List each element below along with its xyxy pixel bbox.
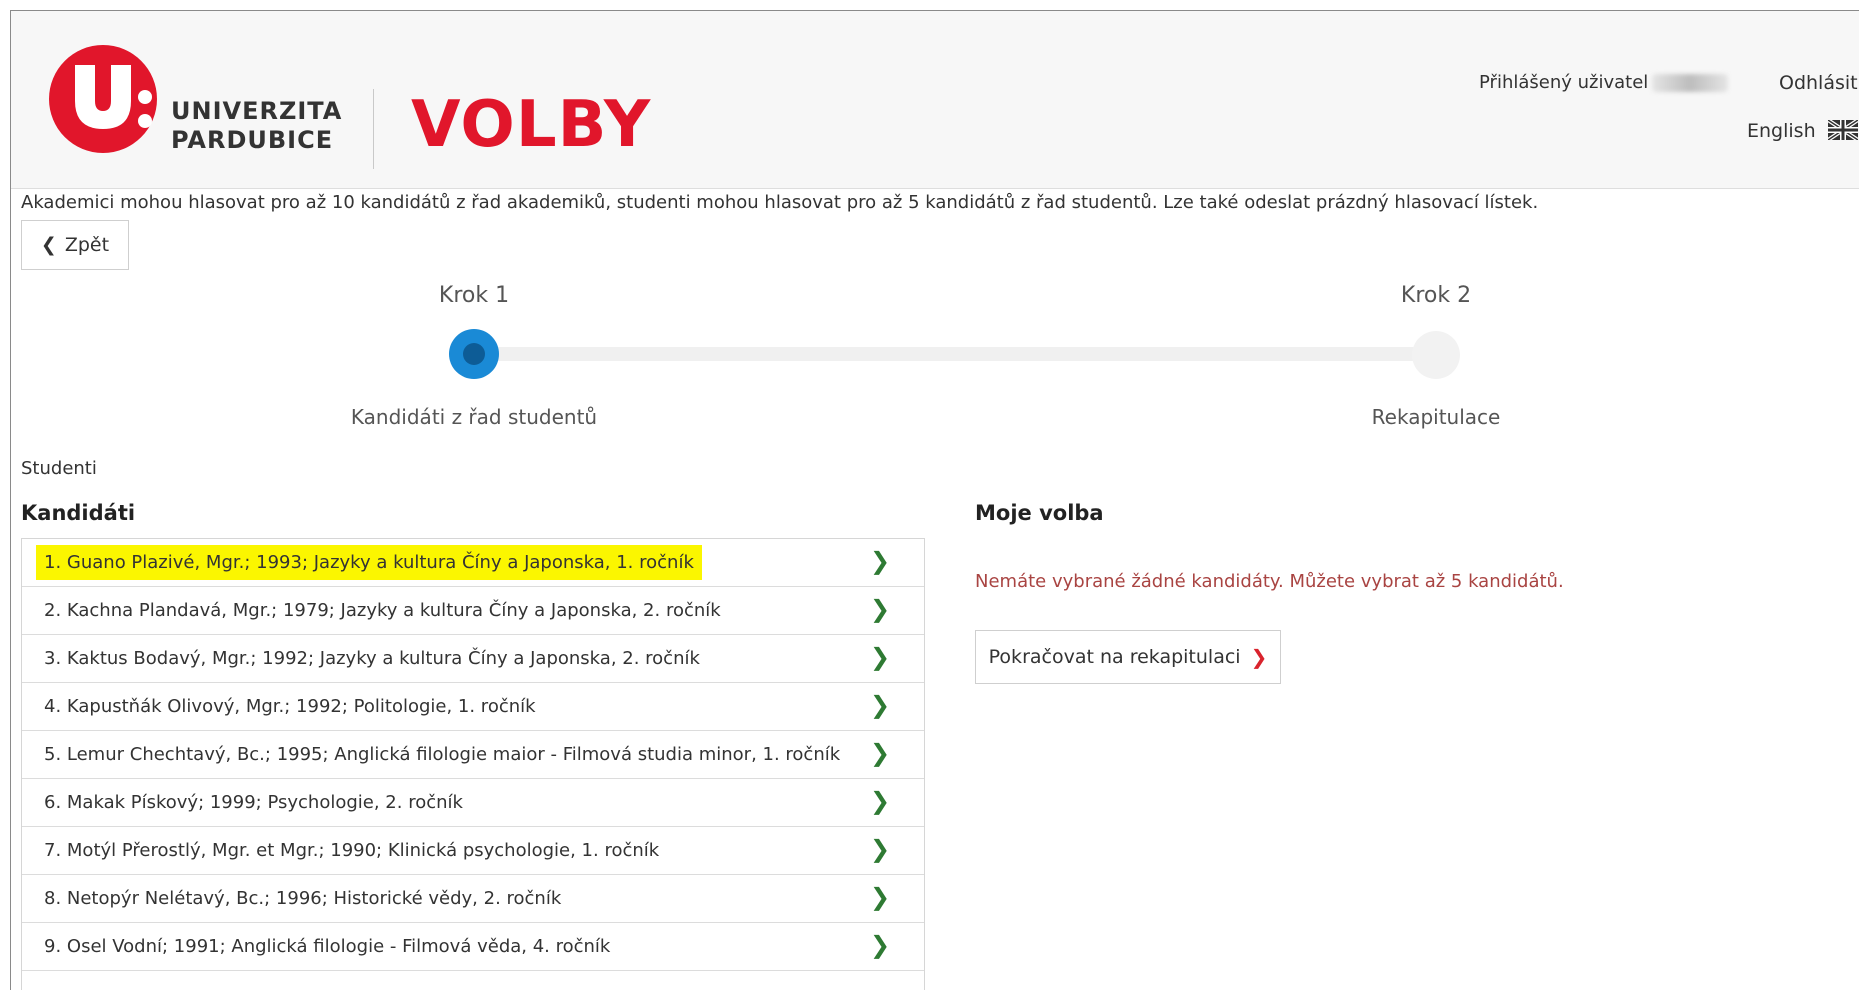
candidate-row[interactable]: 7. Motýl Přerostlý, Mgr. et Mgr.; 1990; … bbox=[22, 827, 924, 875]
chevron-right-icon[interactable]: ❯ bbox=[870, 741, 890, 765]
candidate-list: 1. Guano Plazivé, Mgr.; 1993; Jazyky a k… bbox=[21, 538, 925, 990]
university-name-line1: UNIVERZITA bbox=[171, 97, 343, 125]
back-button-label: Zpět bbox=[64, 234, 110, 256]
candidates-title: Kandidáti bbox=[21, 501, 136, 525]
candidate-label: 6. Makak Pískový; 1999; Psychologie, 2. … bbox=[44, 792, 463, 813]
empty-selection-message: Nemáte vybrané žádné kandidáty. Můžete v… bbox=[975, 571, 1564, 592]
step-2-indicator[interactable] bbox=[1412, 331, 1460, 379]
chevron-left-icon: ❮ bbox=[40, 234, 57, 256]
uk-flag-icon bbox=[1827, 120, 1858, 140]
chevron-right-icon: ❯ bbox=[1250, 645, 1268, 669]
university-name-line2: PARDUBICE bbox=[171, 126, 334, 154]
chevron-right-icon[interactable]: ❯ bbox=[870, 933, 890, 957]
blurred-username bbox=[1652, 74, 1729, 92]
candidate-label: 2. Kachna Plandavá, Mgr.; 1979; Jazyky a… bbox=[44, 600, 721, 621]
university-name: UNIVERZITA PARDUBICE bbox=[171, 97, 342, 155]
candidate-label: 3. Kaktus Bodavý, Mgr.; 1992; Jazyky a k… bbox=[44, 648, 700, 669]
university-logo bbox=[49, 45, 157, 153]
page-frame: UNIVERZITA PARDUBICE VOLBY Přihlášený už… bbox=[10, 10, 1859, 990]
step-2-subtitle: Rekapitulace bbox=[1371, 405, 1501, 429]
candidate-label: 5. Lemur Chechtavý, Bc.; 1995; Anglická … bbox=[44, 744, 841, 765]
step-2-label: Krok 2 bbox=[1400, 283, 1472, 308]
language-switch[interactable]: English bbox=[1747, 120, 1858, 142]
candidate-row[interactable]: 3. Kaktus Bodavý, Mgr.; 1992; Jazyky a k… bbox=[22, 635, 924, 683]
candidate-label: 9. Osel Vodní; 1991; Anglická filologie … bbox=[44, 936, 611, 957]
continue-to-recap-button[interactable]: Pokračovat na rekapitulaci ❯ bbox=[975, 630, 1281, 684]
candidate-label: 8. Netopýr Nelétavý, Bc.; 1996; Historic… bbox=[44, 888, 562, 909]
candidate-row[interactable]: 1. Guano Plazivé, Mgr.; 1993; Jazyky a k… bbox=[22, 539, 924, 587]
section-label: Studenti bbox=[21, 458, 97, 479]
step-1-subtitle: Kandidáti z řad studentů bbox=[350, 405, 598, 429]
candidate-row[interactable]: 8. Netopýr Nelétavý, Bc.; 1996; Historic… bbox=[22, 875, 924, 923]
logged-user-label: Přihlášený uživatel bbox=[1479, 72, 1649, 93]
my-choice-title: Moje volba bbox=[975, 501, 1104, 525]
candidate-label: 7. Motýl Přerostlý, Mgr. et Mgr.; 1990; … bbox=[44, 840, 660, 861]
language-label: English bbox=[1747, 120, 1816, 142]
intro-text: Akademici mohou hlasovat pro až 10 kandi… bbox=[21, 192, 1539, 213]
candidate-row[interactable]: 4. Kapustňák Olivový, Mgr.; 1992; Polito… bbox=[22, 683, 924, 731]
continue-button-label: Pokračovat na rekapitulaci bbox=[988, 646, 1241, 668]
chevron-right-icon[interactable]: ❯ bbox=[870, 549, 890, 573]
step-1-indicator[interactable] bbox=[449, 329, 499, 379]
chevron-right-icon[interactable]: ❯ bbox=[870, 837, 890, 861]
header-divider bbox=[373, 89, 374, 169]
back-button[interactable]: ❮ Zpět bbox=[21, 220, 129, 270]
stepper-track bbox=[483, 347, 1439, 361]
candidate-label: 4. Kapustňák Olivový, Mgr.; 1992; Polito… bbox=[44, 696, 536, 717]
chevron-right-icon[interactable]: ❯ bbox=[870, 885, 890, 909]
chevron-right-icon[interactable]: ❯ bbox=[870, 789, 890, 813]
app-title: VOLBY bbox=[411, 88, 652, 162]
candidate-row[interactable]: 5. Lemur Chechtavý, Bc.; 1995; Anglická … bbox=[22, 731, 924, 779]
candidate-row-partial bbox=[22, 971, 924, 990]
candidate-row[interactable]: 2. Kachna Plandavá, Mgr.; 1979; Jazyky a… bbox=[22, 587, 924, 635]
candidate-label: 1. Guano Plazivé, Mgr.; 1993; Jazyky a k… bbox=[36, 545, 702, 580]
logged-user: Přihlášený uživatel bbox=[1479, 72, 1729, 93]
header: UNIVERZITA PARDUBICE VOLBY Přihlášený už… bbox=[11, 11, 1859, 189]
chevron-right-icon[interactable]: ❯ bbox=[870, 597, 890, 621]
candidate-row[interactable]: 9. Osel Vodní; 1991; Anglická filologie … bbox=[22, 923, 924, 971]
candidate-row[interactable]: 6. Makak Pískový; 1999; Psychologie, 2. … bbox=[22, 779, 924, 827]
logout-link[interactable]: Odhlásit bbox=[1779, 72, 1858, 94]
step-1-label: Krok 1 bbox=[438, 283, 510, 308]
chevron-right-icon[interactable]: ❯ bbox=[870, 693, 890, 717]
chevron-right-icon[interactable]: ❯ bbox=[870, 645, 890, 669]
